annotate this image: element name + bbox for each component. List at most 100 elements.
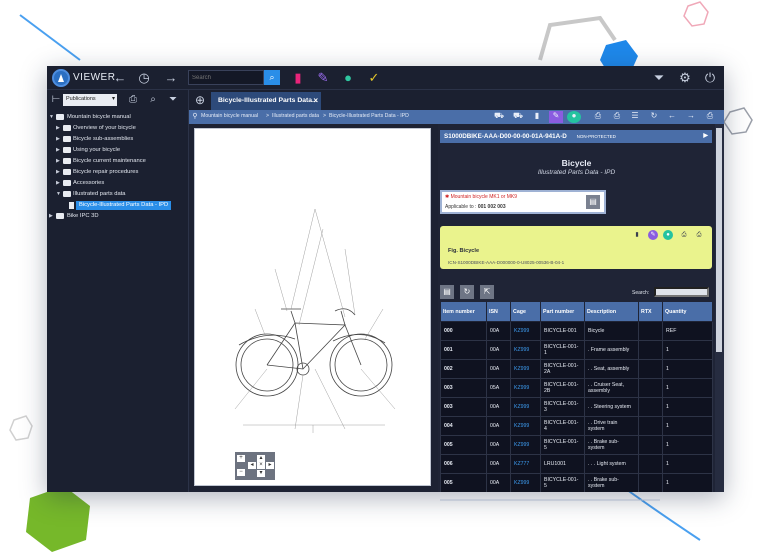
table-cell[interactable]: KZ999 xyxy=(510,340,541,360)
tree-item-bike-ipc-3d[interactable]: ▶ Bike IPC 3D xyxy=(47,211,189,222)
cart-icon[interactable]: ⛟ xyxy=(494,111,504,121)
pan-down-icon[interactable]: ▾ xyxy=(257,470,265,477)
tab-ipd[interactable]: Bicycle-Illustrated Parts Data... × xyxy=(211,92,321,110)
list-icon[interactable]: ☰ xyxy=(630,111,640,120)
cart-add-icon[interactable]: ⛟ xyxy=(513,111,523,121)
print-icon[interactable]: ⎙ xyxy=(593,111,603,121)
table-cell: 1 xyxy=(662,397,713,417)
pen-icon[interactable]: ✎ xyxy=(549,111,563,123)
reset-view-icon[interactable]: × xyxy=(257,462,265,469)
print-page-icon[interactable]: ⎙ xyxy=(705,111,715,121)
export-icon[interactable]: ⇱ xyxy=(480,285,494,299)
search-input[interactable] xyxy=(188,70,264,85)
table-cell[interactable]: KZ777 xyxy=(510,454,541,474)
table-cell[interactable]: KZ999 xyxy=(510,321,541,341)
table-row[interactable]: 002 00A KZ999 BICYCLE-001-2A. . Seat, assem… xyxy=(440,359,713,379)
tree-item-current-maintenance[interactable]: ▶ Bicycle current maintenance xyxy=(47,156,189,167)
pen-icon[interactable]: ✎ xyxy=(648,230,658,240)
table-row[interactable]: 005 00A KZ999 BICYCLE-001-5. . Brake sub-sy… xyxy=(440,473,713,492)
folder-icon xyxy=(63,136,71,142)
tree-item-overview[interactable]: ▶ Overview of your bicycle xyxy=(47,123,189,134)
gear-icon[interactable]: ⚙ xyxy=(677,70,693,86)
table-cell: BICYCLE-001-5 xyxy=(540,435,585,455)
table-search-input[interactable] xyxy=(654,287,709,297)
column-header[interactable]: Part number xyxy=(540,301,585,322)
comment-icon[interactable]: ● xyxy=(567,111,581,123)
table-cell: 1 xyxy=(662,435,713,455)
print-icon[interactable]: ⎙ xyxy=(679,230,689,240)
tree-item-mountain-bicycle-manual[interactable]: ▼ Mountain bicycle manual xyxy=(47,112,189,123)
table-cell: . . Cruiser Seat, assembly xyxy=(584,378,639,398)
document-scrollbar[interactable] xyxy=(715,124,724,492)
next-icon[interactable]: → xyxy=(686,111,696,120)
illustration-viewer[interactable] xyxy=(194,128,431,486)
table-view-icon[interactable]: ▤ xyxy=(440,285,454,299)
pan-right-icon[interactable]: ▸ xyxy=(266,462,274,469)
table-row[interactable]: 003 00A KZ999 BICYCLE-001-3. . Steering sys… xyxy=(440,397,713,417)
tree-item-repair-procedures[interactable]: ▶ Bicycle repair procedures xyxy=(47,167,189,178)
breadcrumb-item[interactable]: Illustrated parts data xyxy=(272,113,319,119)
table-cell[interactable]: KZ999 xyxy=(510,473,541,492)
tree-item-using[interactable]: ▶ Using your bicycle xyxy=(47,145,189,156)
table-cell[interactable]: KZ999 xyxy=(510,435,541,455)
filter-icon[interactable]: ⏷ xyxy=(165,92,181,108)
table-row[interactable]: 006 00A KZ777 LRU1001. . . Light system 1 xyxy=(440,454,713,474)
chevron-right-icon: ▶ xyxy=(56,158,60,164)
tree-item-illustrated-parts-data[interactable]: ▼ Illustrated parts data xyxy=(47,189,189,200)
tree-item-accessories[interactable]: ▶ Accessories xyxy=(47,178,189,189)
tree-item-ipd[interactable]: Bicycle-Illustrated Parts Data - IPD xyxy=(47,200,189,211)
column-header[interactable]: Quantity xyxy=(662,301,713,322)
filter-icon[interactable]: ⏷ xyxy=(651,70,667,86)
power-icon[interactable]: ⏻ xyxy=(702,70,718,86)
add-tab-icon[interactable]: ⊕ xyxy=(192,92,208,108)
scrollbar-thumb[interactable] xyxy=(716,128,722,352)
table-cell: LRU1001 xyxy=(540,454,585,474)
print-icon[interactable]: ⎙ xyxy=(125,92,141,108)
previous-icon[interactable]: ← xyxy=(667,111,677,120)
zoom-in-icon[interactable]: + xyxy=(237,455,245,462)
table-row[interactable]: 001 00A KZ999 BICYCLE-001-1. Frame assembly… xyxy=(440,340,713,360)
table-cell[interactable]: KZ999 xyxy=(510,397,541,417)
table-row[interactable]: 000 00A KZ999 BICYCLE-001 Bicycle REF xyxy=(440,321,713,341)
zoom-out-icon[interactable]: − xyxy=(237,469,245,476)
column-header[interactable]: ISN xyxy=(486,301,511,322)
document-icon[interactable]: ▤ xyxy=(586,195,600,209)
column-header[interactable]: RTX xyxy=(638,301,663,322)
forward-arrow-icon[interactable]: → xyxy=(163,70,179,86)
column-header[interactable]: Cage xyxy=(510,301,541,322)
bookmark-icon[interactable]: ▮ xyxy=(532,111,542,120)
breadcrumb-item[interactable]: Bicycle-Illustrated Parts Data - IPD xyxy=(329,113,409,119)
bookmark-icon[interactable]: ▮ xyxy=(290,70,306,86)
table-cell[interactable]: KZ999 xyxy=(510,378,541,398)
column-header[interactable]: Description xyxy=(584,301,639,322)
clipboard-check-icon[interactable]: ✓ xyxy=(366,70,382,86)
pen-icon[interactable]: ✎ xyxy=(315,70,331,86)
breadcrumb-item[interactable]: Mountain bicycle manual xyxy=(201,113,258,119)
comment-icon[interactable]: ● xyxy=(663,230,673,240)
print-list-icon[interactable]: ⎙ xyxy=(612,111,622,121)
pan-left-icon[interactable]: ◂ xyxy=(248,462,256,469)
pan-up-icon[interactable]: ▴ xyxy=(257,455,265,462)
tree-structure-icon[interactable]: ⊢ xyxy=(48,92,64,108)
search-icon[interactable]: ⌕ xyxy=(145,92,161,108)
expand-arrow-icon[interactable]: ▶ xyxy=(703,130,708,143)
column-header[interactable]: Item number xyxy=(440,301,487,322)
history-clock-icon[interactable]: ◷ xyxy=(136,70,152,86)
table-row[interactable]: 004 00A KZ999 BICYCLE-001-4. . Drive train … xyxy=(440,416,713,436)
publications-select[interactable]: Publications xyxy=(63,94,117,106)
comment-icon[interactable]: ● xyxy=(340,70,356,86)
table-row[interactable]: 005 00A KZ999 BICYCLE-001-5. . Brake sub-sy… xyxy=(440,435,713,455)
table-cell: 00A xyxy=(486,454,511,474)
table-cell[interactable]: KZ999 xyxy=(510,416,541,436)
tree-item-sub-assemblies[interactable]: ▶ Bicycle sub-assemblies xyxy=(47,134,189,145)
close-icon[interactable]: × xyxy=(313,92,318,110)
table-cell[interactable]: KZ999 xyxy=(510,359,541,379)
refresh-icon[interactable]: ↻ xyxy=(649,111,659,120)
back-arrow-icon[interactable]: ← xyxy=(112,70,128,86)
bookmark-icon[interactable]: ▮ xyxy=(632,230,642,240)
zoom-pan-control[interactable]: + − ▴ ◂ × ▸ ▾ xyxy=(235,452,275,480)
table-row[interactable]: 003 05A KZ999 BICYCLE-001-2B. . Cruiser Sea… xyxy=(440,378,713,398)
print-list-icon[interactable]: ⎙ xyxy=(694,230,704,240)
refresh-icon[interactable]: ↻ xyxy=(460,285,474,299)
search-button[interactable]: ⌕ xyxy=(264,70,280,85)
